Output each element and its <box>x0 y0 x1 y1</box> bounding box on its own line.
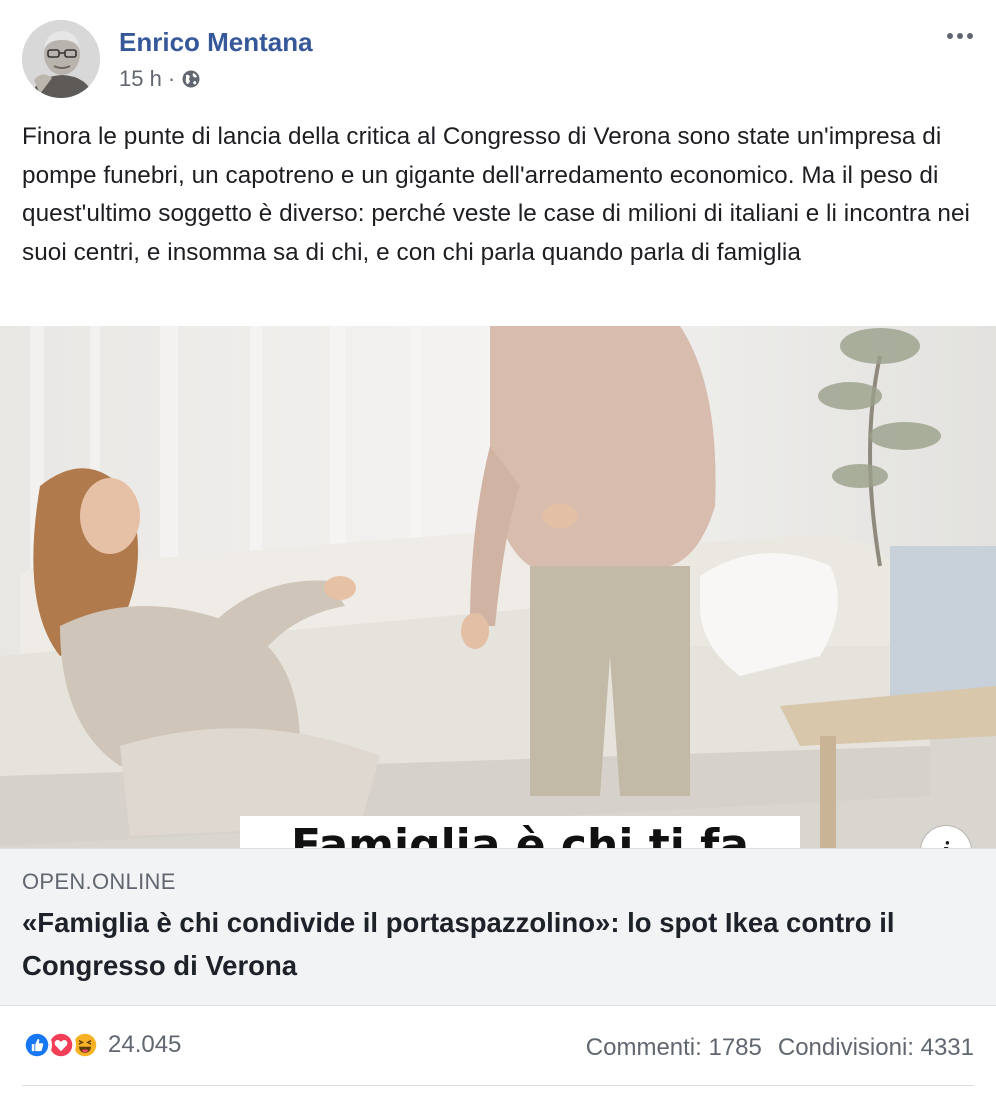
globe-icon[interactable] <box>181 69 201 89</box>
post-text: Finora le punte di lancia della critica … <box>22 123 970 266</box>
reactions-summary[interactable]: 24.045 <box>22 1030 181 1060</box>
link-preview-image[interactable]: Famiglia è chi ti fa <box>0 326 996 848</box>
meta-separator: · <box>167 66 176 91</box>
post-stats: 24.045 Commenti: 1785 Condivisioni: 4331 <box>0 1022 996 1072</box>
avatar-photo <box>22 20 100 98</box>
post-header: Enrico Mentana 15 h · <box>0 0 996 110</box>
engagement-counts: Commenti: 1785 Condivisioni: 4331 <box>586 1034 974 1062</box>
video-caption-overlay: Famiglia è chi ti fa <box>290 820 749 848</box>
reactions-count[interactable]: 24.045 <box>108 1031 181 1059</box>
post-meta: 15 h · <box>119 66 201 92</box>
shares-count[interactable]: Condivisioni: 4331 <box>778 1034 974 1062</box>
post-timestamp[interactable]: 15 h <box>119 66 162 92</box>
link-preview-card[interactable]: Famiglia è chi ti fa i OPEN.ONLINE «Fami… <box>0 326 996 1006</box>
link-domain: OPEN.ONLINE <box>22 869 176 894</box>
like-icon <box>22 1030 52 1060</box>
author-avatar[interactable] <box>22 20 100 98</box>
author-name-link[interactable]: Enrico Mentana <box>119 27 313 58</box>
link-info[interactable]: OPEN.ONLINE «Famiglia è chi condivide il… <box>0 848 996 1006</box>
more-options-icon[interactable] <box>942 22 978 50</box>
stats-divider <box>22 1085 974 1086</box>
link-title[interactable]: «Famiglia è chi condivide il portaspazzo… <box>22 901 962 987</box>
comments-count[interactable]: Commenti: 1785 <box>586 1034 762 1062</box>
